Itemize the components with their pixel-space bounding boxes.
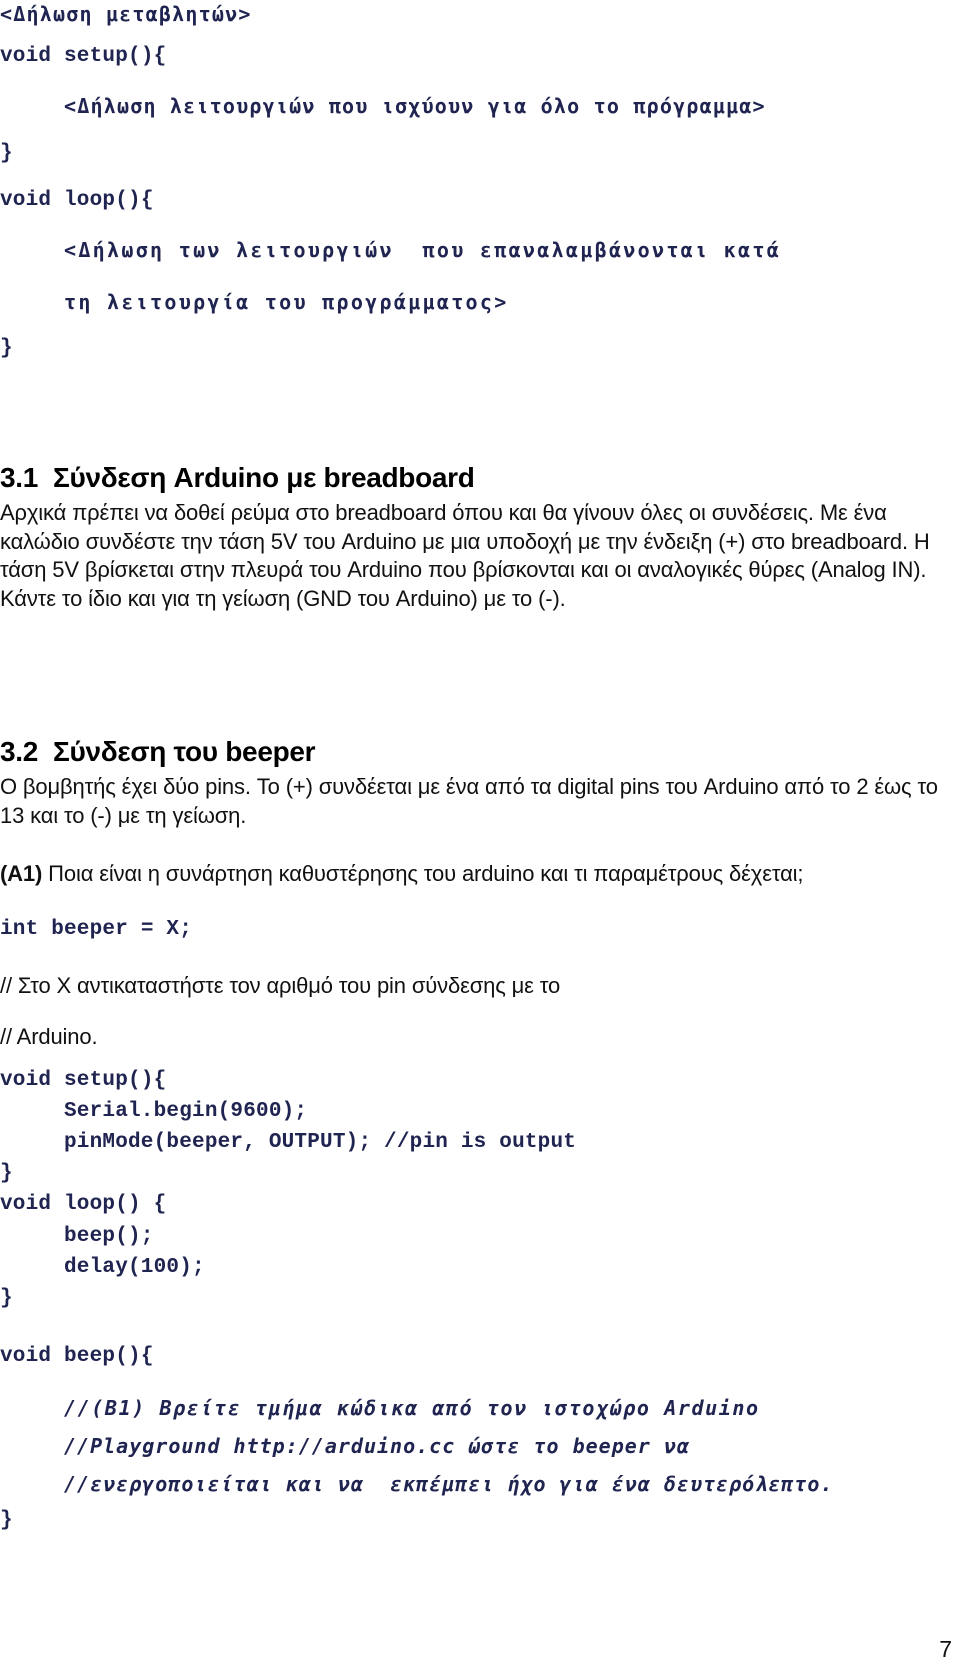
question-a1: (A1) Ποια είναι η συνάρτηση καθυστέρησης…	[0, 860, 952, 889]
section-heading-3-2: 3.2 Σύνδεση του beeper	[0, 736, 316, 767]
code-line: Serial.begin(9600);	[64, 1100, 308, 1123]
code-line: }	[0, 1287, 13, 1310]
code-line: int beeper = X;	[0, 918, 193, 941]
code-line: }	[0, 1162, 13, 1185]
code-line: <Δήλωση μεταβλητών>	[0, 2, 252, 26]
code-line: void setup(){	[0, 1069, 167, 1092]
code-line: <Δήλωση των λειτουργιών που επαναλαμβάνο…	[64, 238, 782, 262]
code-line: }	[0, 337, 13, 360]
comment-line: // Στο X αντικαταστήστε τον αριθμό του p…	[0, 973, 561, 998]
page-number: 7	[939, 1636, 952, 1662]
document-page: <Δήλωση μεταβλητών> void setup(){ <Δήλωσ…	[0, 0, 960, 1677]
code-line: pinMode(beeper, OUTPUT); //pin is output	[64, 1131, 577, 1154]
code-line: delay(100);	[64, 1256, 205, 1279]
code-line: }	[0, 1509, 13, 1532]
code-line: void beep(){	[0, 1345, 154, 1368]
comment-line: // Arduino.	[0, 1024, 98, 1049]
section-3-1-body: Αρχικά πρέπει να δοθεί ρεύμα στο breadbo…	[0, 500, 930, 611]
comment-line: //ενεργοποιείται και να εκπέμπει ήχο για…	[64, 1472, 834, 1496]
comment-line: //Playground http://arduino.cc ώστε το b…	[64, 1434, 690, 1458]
section-heading-3-1: 3.1 Σύνδεση Arduino με breadboard	[0, 462, 475, 493]
code-line: void setup(){	[0, 45, 167, 68]
code-line: τη λειτουργία του προγράμματος>	[64, 290, 509, 314]
comment-line: //(B1) Βρείτε τμήμα κώδικα από τον ιστοχ…	[64, 1396, 760, 1420]
code-line: }	[0, 142, 13, 165]
code-line: void loop(){	[0, 189, 154, 212]
question-a1-label: (A1)	[0, 861, 43, 886]
section-3-2-body: Ο βομβητής έχει δύο pins. Το (+) συνδέετ…	[0, 774, 938, 828]
code-line: void loop() {	[0, 1193, 167, 1216]
code-line: beep();	[64, 1225, 154, 1248]
code-line: <Δήλωση λειτουργιών που ισχύουν για όλο …	[64, 94, 766, 118]
question-a1-text: Ποια είναι η συνάρτηση καθυστέρησης του …	[42, 861, 804, 886]
